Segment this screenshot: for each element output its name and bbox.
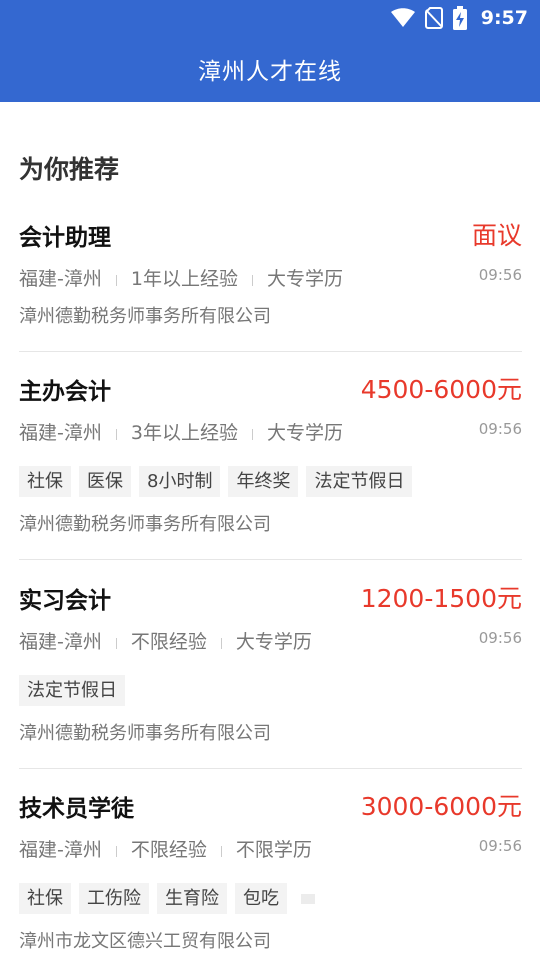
app-title: 漳州人才在线 <box>198 59 342 85</box>
job-tag: 生育险 <box>157 883 227 914</box>
job-company: 漳州德勤税务师事务所有限公司 <box>19 723 271 744</box>
divider <box>19 768 522 769</box>
job-title: 实习会计 <box>19 588 111 614</box>
job-meta: 福建-漳州 1年以上经验 大专学历 <box>19 264 343 291</box>
job-tag: 年终奖 <box>228 466 299 497</box>
job-location: 福建-漳州 <box>19 631 102 653</box>
job-time: 09:56 <box>478 629 522 647</box>
more-tags-indicator <box>301 893 315 904</box>
job-salary: 3000-6000元 <box>360 792 522 821</box>
job-education: 不限学历 <box>235 839 312 861</box>
job-time: 09:56 <box>478 837 522 855</box>
wifi-icon <box>390 8 415 28</box>
job-salary: 面议 <box>471 221 522 250</box>
no-sim-icon <box>424 7 443 29</box>
job-tag: 工伤险 <box>79 883 149 914</box>
job-company: 漳州德勤税务师事务所有限公司 <box>19 306 271 327</box>
job-tag: 医保 <box>79 466 131 497</box>
job-tags: 社保 工伤险 生育险 包吃 <box>19 883 315 914</box>
job-company: 漳州德勤税务师事务所有限公司 <box>19 514 271 535</box>
job-tag: 社保 <box>19 883 71 914</box>
job-education: 大专学历 <box>266 268 343 290</box>
status-time: 9:57 <box>480 7 528 29</box>
divider <box>251 275 253 286</box>
job-time: 09:56 <box>478 266 522 284</box>
job-meta: 福建-漳州 不限经验 不限学历 <box>19 835 312 862</box>
job-tags: 社保 医保 8小时制 年终奖 法定节假日 <box>19 466 413 497</box>
job-tag: 社保 <box>19 466 71 497</box>
job-meta: 福建-漳州 不限经验 大专学历 <box>19 627 312 654</box>
job-education: 大专学历 <box>235 631 312 653</box>
divider <box>251 429 253 440</box>
job-meta: 福建-漳州 3年以上经验 大专学历 <box>19 418 343 445</box>
battery-charging-icon <box>452 6 467 30</box>
divider <box>115 846 117 857</box>
divider <box>115 638 117 649</box>
divider <box>19 559 522 560</box>
job-time: 09:56 <box>478 420 522 438</box>
job-experience: 不限经验 <box>130 839 207 861</box>
section-title: 为你推荐 <box>19 155 120 184</box>
job-title: 会计助理 <box>19 225 111 251</box>
job-location: 福建-漳州 <box>19 422 102 444</box>
job-title: 主办会计 <box>19 379 111 405</box>
divider <box>115 429 117 440</box>
job-card[interactable]: 主办会计 4500-6000元 福建-漳州 3年以上经验 大专学历 09:56 … <box>19 372 522 538</box>
job-tag: 法定节假日 <box>19 675 125 706</box>
divider <box>19 351 522 352</box>
job-card[interactable]: 会计助理 面议 福建-漳州 1年以上经验 大专学历 09:56 漳州德勤税务师事… <box>19 218 522 330</box>
job-company: 漳州市龙文区德兴工贸有限公司 <box>19 931 271 952</box>
job-education: 大专学历 <box>266 422 343 444</box>
job-experience: 不限经验 <box>130 631 207 653</box>
divider <box>115 275 117 286</box>
divider <box>220 638 222 649</box>
divider <box>220 846 222 857</box>
app-bar: 漳州人才在线 <box>0 36 540 102</box>
job-location: 福建-漳州 <box>19 839 102 861</box>
job-location: 福建-漳州 <box>19 268 102 290</box>
job-title: 技术员学徒 <box>19 796 134 822</box>
status-bar: 9:57 <box>0 0 540 36</box>
job-card[interactable]: 实习会计 1200-1500元 福建-漳州 不限经验 大专学历 09:56 法定… <box>19 581 522 747</box>
job-tag: 8小时制 <box>139 466 221 497</box>
job-tag: 法定节假日 <box>306 466 413 497</box>
job-card[interactable]: 技术员学徒 3000-6000元 福建-漳州 不限经验 不限学历 09:56 社… <box>19 789 522 955</box>
job-tag: 包吃 <box>235 883 287 914</box>
job-salary: 4500-6000元 <box>360 375 522 404</box>
status-icons: 9:57 <box>390 4 528 32</box>
job-salary: 1200-1500元 <box>360 584 522 613</box>
job-experience: 3年以上经验 <box>130 422 238 444</box>
job-experience: 1年以上经验 <box>130 268 238 290</box>
job-tags: 法定节假日 <box>19 675 125 706</box>
